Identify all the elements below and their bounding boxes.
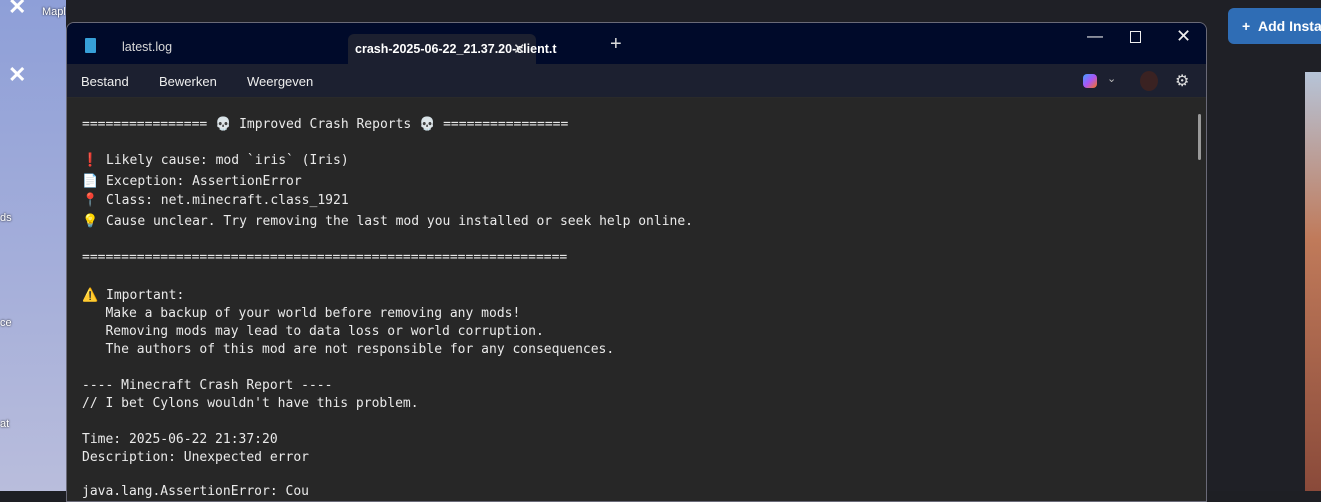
text-line: 📍 Class: net.minecraft.class_1921 xyxy=(82,193,349,208)
close-tab-icon[interactable]: ✕ xyxy=(513,40,526,58)
text-line: 💡 Cause unclear. Try removing the last m… xyxy=(82,214,694,229)
gear-icon[interactable]: ⚙ xyxy=(1175,71,1189,91)
close-button[interactable]: ✕ xyxy=(1176,26,1191,47)
add-instance-label: Add Insta xyxy=(1257,18,1321,34)
tab-latest-log[interactable]: latest.log xyxy=(122,40,172,54)
instance-image xyxy=(1305,72,1321,491)
chevron-down-icon[interactable]: ⌄ xyxy=(1107,72,1116,85)
text-line: Time: 2025-06-22 21:37:20 xyxy=(82,432,278,447)
maximize-button[interactable] xyxy=(1130,31,1141,43)
text-line: 📄 Exception: AssertionError xyxy=(82,174,302,189)
text-line: ========================================… xyxy=(82,250,568,265)
desktop-label[interactable]: ce xyxy=(0,317,12,329)
new-tab-button[interactable]: + xyxy=(610,33,622,56)
close-icon[interactable]: ✕ xyxy=(8,0,26,20)
tab-crash-report[interactable]: crash-2025-06-22_21.37.20-client.t ✕ xyxy=(348,34,557,65)
text-line: ⚠️ Important: xyxy=(82,288,185,303)
text-line: Description: Unexpected error xyxy=(82,450,309,465)
minimize-button[interactable]: — xyxy=(1087,28,1103,46)
scrollbar[interactable] xyxy=(1198,114,1201,160)
text-line: ================ 💀 Improved Crash Report… xyxy=(82,117,569,132)
menu-weergeven[interactable]: Weergeven xyxy=(247,74,313,89)
notepad-icon xyxy=(85,38,96,53)
text-line: Make a backup of your world before remov… xyxy=(82,306,521,321)
text-line: // I bet Cylons wouldn't have this probl… xyxy=(82,396,419,411)
copilot-icon[interactable] xyxy=(1083,74,1097,88)
desktop: ✕ ✕ Maple ds ce at xyxy=(0,0,72,491)
menu-bewerken[interactable]: Bewerken xyxy=(159,74,217,89)
notepad-window: latest.log crash-2025-06-22_21.37.20-cli… xyxy=(66,22,1207,502)
desktop-label[interactable]: at xyxy=(0,418,9,430)
text-line: The authors of this mod are not responsi… xyxy=(82,342,615,357)
avatar[interactable] xyxy=(1140,71,1158,91)
desktop-label[interactable]: ds xyxy=(0,212,12,224)
menu-bar: Bestand Bewerken Weergeven ⌄ ⚙ xyxy=(67,64,1206,98)
tab-bar: latest.log crash-2025-06-22_21.37.20-cli… xyxy=(67,23,1206,65)
text-line: ---- Minecraft Crash Report ---- xyxy=(82,378,333,393)
add-instance-button[interactable]: + Add Insta xyxy=(1228,8,1321,44)
text-line: Removing mods may lead to data loss or w… xyxy=(82,324,544,339)
text-line: ❗ Likely cause: mod `iris` (Iris) xyxy=(82,153,349,168)
text-line: java.lang.AssertionError: Cou xyxy=(82,484,309,499)
close-icon[interactable]: ✕ xyxy=(8,62,26,88)
tab-label: crash-2025-06-22_21.37.20-client.t xyxy=(355,42,557,56)
menu-bestand[interactable]: Bestand xyxy=(81,74,129,89)
